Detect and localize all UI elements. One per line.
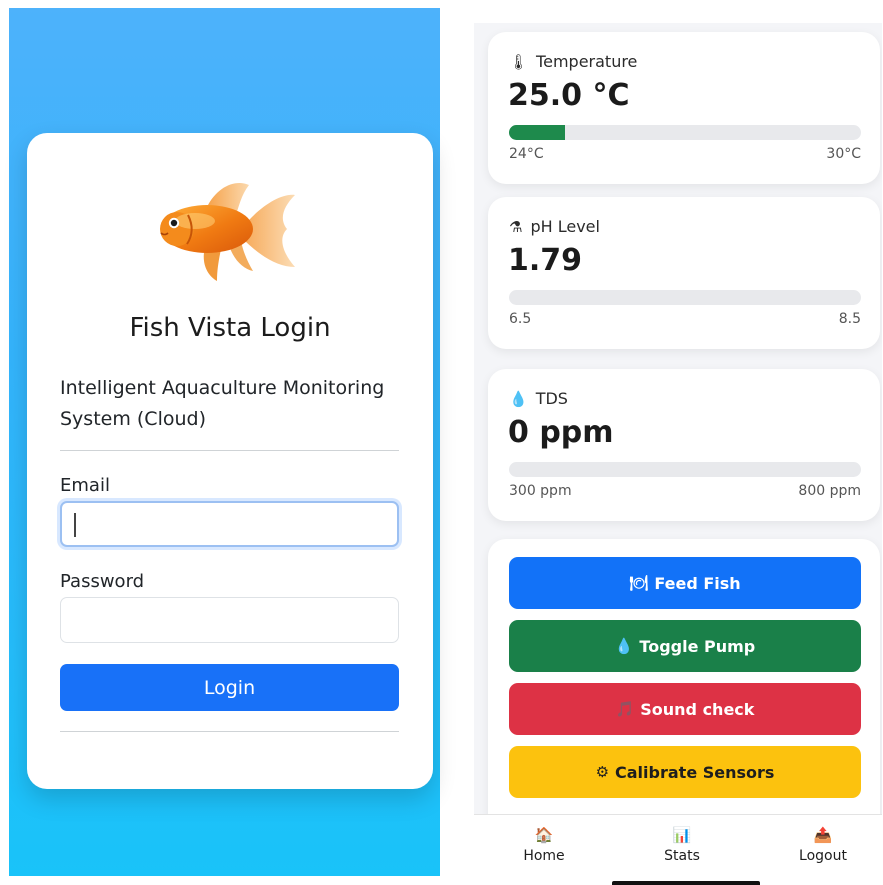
temperature-progress-fill — [509, 125, 566, 140]
login-screen: Fish Vista Login Intelligent Aquaculture… — [9, 8, 440, 876]
tds-label: TDS — [535, 389, 568, 408]
water-drop-icon: 💧 — [509, 389, 528, 408]
nav-home[interactable]: 🏠 Home — [499, 825, 589, 864]
gear-icon: ⚙ — [595, 763, 610, 781]
ph-value: 1.79 — [508, 243, 583, 278]
toggle-pump-button[interactable]: 💧 Toggle Pump — [509, 620, 861, 672]
thermometer-icon: 🌡 — [509, 52, 529, 71]
goldfish-logo — [160, 183, 295, 281]
ph-min: 6.5 — [509, 311, 532, 327]
calibrate-sensors-button[interactable]: ⚙ Calibrate Sensors — [509, 746, 861, 798]
controls-card: 🍽 Feed Fish 💧 Toggle Pump 🎵 Sound check … — [488, 539, 880, 839]
tds-progress-track — [509, 462, 861, 477]
plate-icon: 🍽 — [629, 574, 649, 592]
sound-check-label: Sound check — [640, 699, 755, 719]
logout-icon: 📤 — [813, 826, 833, 844]
tds-max: 800 ppm — [798, 483, 861, 499]
email-field[interactable] — [60, 501, 399, 547]
tds-value: 0 ppm — [508, 415, 614, 450]
sound-check-button[interactable]: 🎵 Sound check — [509, 683, 861, 735]
feed-fish-label: Feed Fish — [654, 573, 741, 593]
nav-logout[interactable]: 📤 Logout — [778, 825, 868, 864]
feed-fish-button[interactable]: 🍽 Feed Fish — [509, 557, 861, 609]
dashboard-screen: 🌡 Temperature 25.0 °C 24°C 30°C ⚗ pH Lev… — [474, 23, 882, 885]
tds-header: 💧 TDS — [509, 389, 568, 408]
nav-logout-label: Logout — [799, 848, 847, 864]
nav-stats-label: Stats — [664, 848, 700, 864]
house-icon: 🏠 — [534, 826, 554, 844]
toggle-pump-label: Toggle Pump — [639, 636, 756, 656]
bottom-nav: 🏠 Home 📊 Stats 📤 Logout — [474, 814, 882, 885]
temperature-value: 25.0 °C — [508, 78, 630, 113]
temperature-label: Temperature — [536, 52, 638, 71]
bar-chart-icon: 📊 — [672, 826, 692, 844]
ph-progress-track — [509, 290, 861, 305]
password-field[interactable] — [60, 597, 399, 643]
nav-home-label: Home — [523, 848, 565, 864]
temperature-progress-track — [509, 125, 861, 140]
temperature-header: 🌡 Temperature — [509, 52, 637, 71]
ph-label: pH Level — [530, 217, 600, 236]
temperature-max: 30°C — [826, 146, 861, 162]
music-note-icon: 🎵 — [615, 700, 635, 718]
calibrate-sensors-label: Calibrate Sensors — [615, 762, 775, 782]
email-label: Email — [60, 475, 110, 496]
login-card: Fish Vista Login Intelligent Aquaculture… — [27, 133, 433, 789]
login-button[interactable]: Login — [60, 664, 399, 711]
tds-min: 300 ppm — [509, 483, 572, 499]
text-caret — [74, 513, 76, 537]
home-indicator — [612, 881, 760, 885]
password-label: Password — [60, 571, 145, 592]
ph-max: 8.5 — [838, 311, 861, 327]
login-title: Fish Vista Login — [129, 313, 331, 343]
tds-card: 💧 TDS 0 ppm 300 ppm 800 ppm — [488, 369, 880, 521]
ph-header: ⚗ pH Level — [509, 217, 600, 236]
ph-card: ⚗ pH Level 1.79 6.5 8.5 — [488, 197, 880, 349]
temperature-min: 24°C — [509, 146, 544, 162]
water-drop-icon: 💧 — [614, 637, 634, 655]
divider — [60, 450, 399, 451]
divider — [60, 731, 399, 732]
temperature-card: 🌡 Temperature 25.0 °C 24°C 30°C — [488, 32, 880, 184]
flask-icon: ⚗ — [509, 217, 523, 236]
nav-stats[interactable]: 📊 Stats — [637, 825, 727, 864]
login-subtitle: Intelligent Aquaculture Monitoring Syste… — [60, 377, 385, 430]
